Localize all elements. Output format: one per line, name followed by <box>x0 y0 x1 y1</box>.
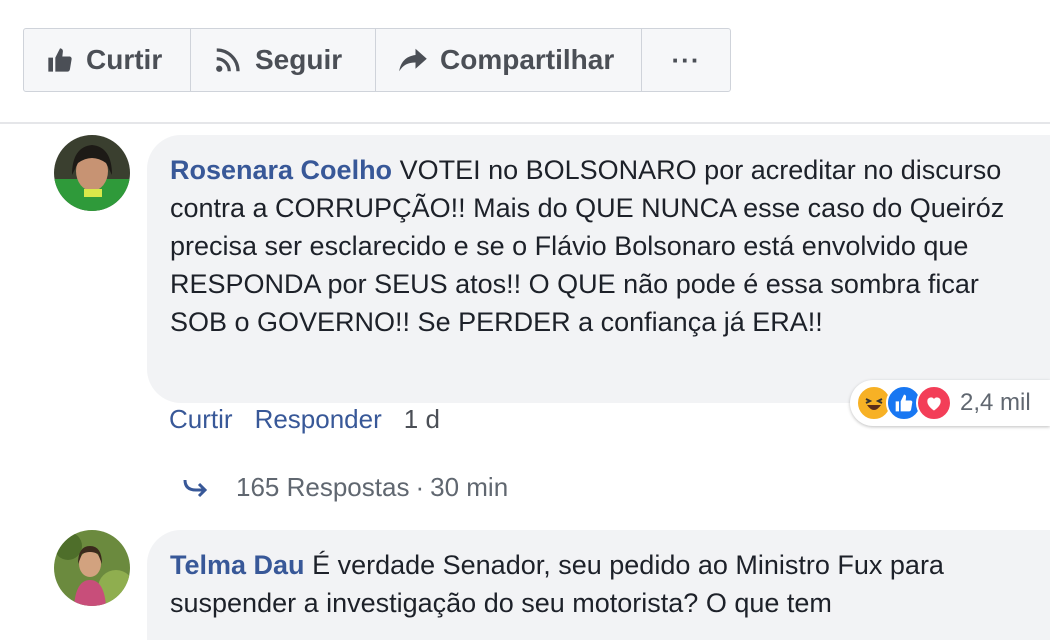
view-replies-link[interactable]: 165 Respostas · 30 min <box>182 472 508 503</box>
like-button-label: Curtir <box>86 44 163 75</box>
more-options-icon: ··· <box>671 44 701 75</box>
separator-dot: · <box>415 472 425 502</box>
follow-button[interactable]: Seguir <box>191 29 376 91</box>
replies-timestamp: 30 min <box>430 472 509 502</box>
rss-feed-icon <box>213 45 243 75</box>
comment-bubble: Telma Dau É verdade Senador, seu pedido … <box>147 530 1050 640</box>
share-arrow-icon <box>398 46 428 74</box>
avatar[interactable] <box>54 530 130 606</box>
comment-like-link[interactable]: Curtir <box>169 404 233 435</box>
replies-count[interactable]: 165 Respostas <box>236 472 409 503</box>
comment-timestamp[interactable]: 1 d <box>404 404 440 435</box>
comment-actions: Curtir Responder 1 d <box>169 404 462 435</box>
like-button[interactable]: Curtir <box>24 29 191 91</box>
comment-author[interactable]: Telma Dau <box>170 550 305 580</box>
avatar[interactable] <box>54 135 130 211</box>
reaction-count: 2,4 mil <box>960 389 1031 416</box>
comment-reply-link[interactable]: Responder <box>255 404 382 435</box>
thumbs-up-icon <box>46 46 74 74</box>
love-icon <box>916 385 952 421</box>
more-options-button[interactable]: ··· <box>642 29 730 91</box>
comment-author[interactable]: Rosenara Coelho <box>170 155 392 185</box>
share-button-label: Compartilhar <box>440 44 615 75</box>
comment-bubble: Rosenara Coelho VOTEI no BOLSONARO por a… <box>147 135 1050 403</box>
follow-button-label: Seguir <box>255 44 343 75</box>
divider <box>0 122 1050 124</box>
reactions-summary[interactable]: 2,4 mil <box>850 380 1050 426</box>
reply-arrow-icon <box>182 478 208 498</box>
post-action-bar: Curtir Seguir Compartilhar ··· <box>23 28 731 92</box>
share-button[interactable]: Compartilhar <box>376 29 642 91</box>
